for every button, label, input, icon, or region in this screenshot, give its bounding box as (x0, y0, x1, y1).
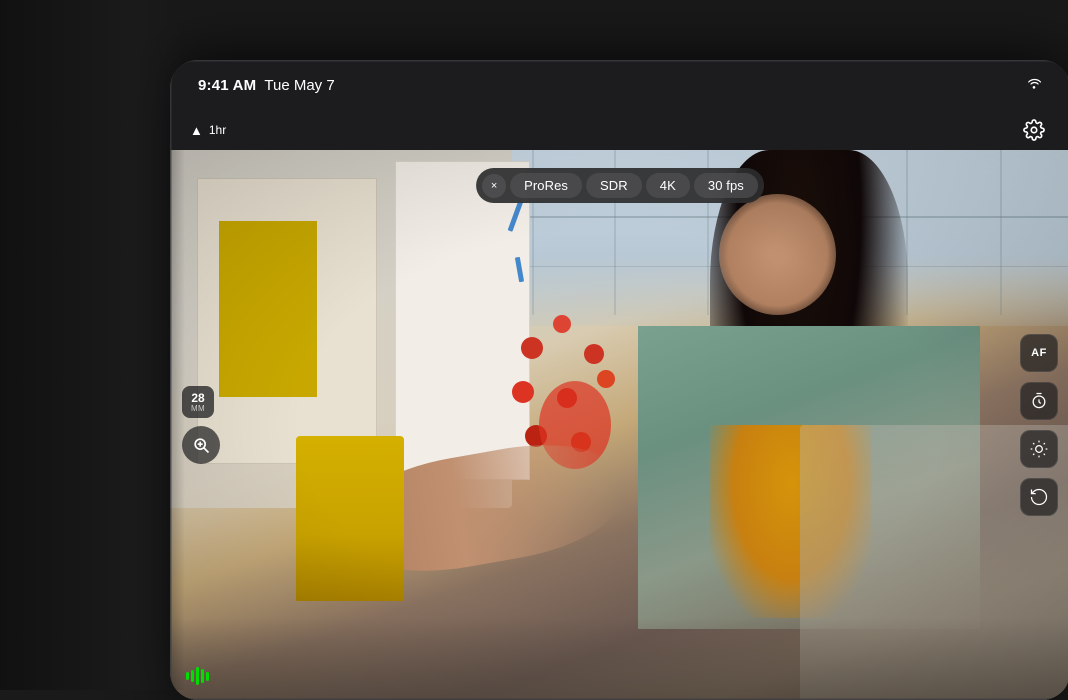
format-pills: × ProRes SDR 4K 30 fps (476, 168, 764, 203)
close-icon: × (491, 180, 497, 192)
ipad-frame: 9:41 AM Tue May 7 ▲ 1hr × ProRes (170, 60, 1068, 700)
left-controls: 28 MM (182, 386, 220, 464)
record-arrow: ▲ (190, 123, 203, 138)
camera-toolbar: ▲ 1hr × ProRes SDR 4K 30 fps (170, 114, 1068, 146)
settings-button[interactable] (1018, 114, 1050, 146)
prores-pill[interactable]: ProRes (510, 173, 582, 198)
timer-icon (1029, 391, 1049, 411)
blue-tape-1 (508, 200, 524, 232)
date-display: Tue May 7 (264, 77, 334, 94)
focal-length-badge[interactable]: 28 MM (182, 386, 214, 418)
rec-text: 1hr (209, 123, 226, 137)
level-bar-4 (201, 669, 204, 683)
table-surface (170, 618, 1068, 700)
timer-button[interactable] (1020, 382, 1058, 420)
level-bar-2 (191, 670, 194, 682)
yellow-rect (219, 221, 317, 397)
exposure-button[interactable] (1020, 430, 1058, 468)
person-face (719, 194, 836, 315)
recording-indicator: ▲ 1hr (190, 123, 226, 138)
yellow-lamp (296, 436, 404, 601)
reset-icon (1029, 487, 1049, 507)
right-controls: AF (1020, 334, 1058, 516)
magnify-icon (191, 435, 211, 455)
af-label: AF (1031, 347, 1047, 359)
left-bezel (0, 0, 185, 690)
exposure-icon (1029, 439, 1049, 459)
canvas-board (197, 178, 377, 464)
sdr-pill[interactable]: SDR (586, 173, 642, 198)
time-date: 9:41 AM Tue May 7 (198, 77, 335, 94)
level-bar-5 (206, 672, 209, 681)
focal-number: 28 (191, 392, 204, 404)
gear-icon (1023, 119, 1045, 141)
reset-button[interactable] (1020, 478, 1058, 516)
clock: 9:41 AM (198, 77, 256, 94)
level-bar-3 (196, 667, 199, 685)
zoom-button[interactable] (182, 426, 220, 464)
resolution-pill[interactable]: 4K (646, 173, 690, 198)
af-button[interactable]: AF (1020, 334, 1058, 372)
level-indicator (186, 667, 209, 685)
framerate-pill[interactable]: 30 fps (694, 173, 758, 198)
wifi-icon (1026, 77, 1042, 89)
level-bar-1 (186, 672, 189, 680)
focal-unit: MM (191, 404, 205, 413)
wifi-status (1026, 76, 1042, 94)
close-button[interactable]: × (482, 174, 506, 198)
blue-tape-2 (515, 257, 525, 283)
camera-viewport: 28 MM AF (170, 150, 1068, 700)
